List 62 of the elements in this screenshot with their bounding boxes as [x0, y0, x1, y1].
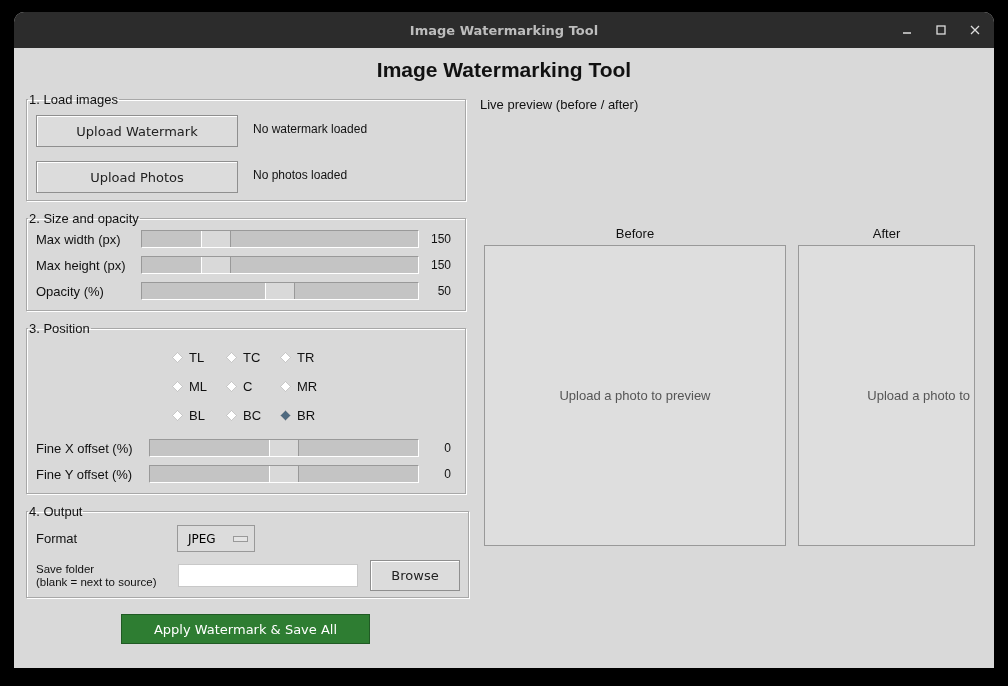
- status-label: No photos loaded: [253, 167, 348, 182]
- diamond-radio-icon[interactable]: [172, 352, 183, 363]
- slider-track[interactable]: [141, 230, 419, 248]
- slider-label: Opacity (%): [36, 283, 105, 299]
- diamond-radio-icon[interactable]: [226, 410, 237, 421]
- format-label: Format: [36, 531, 79, 546]
- group-title: 1. Load images: [28, 92, 119, 107]
- position-radio[interactable]: BL: [172, 406, 226, 425]
- folder-label: Save folder: [36, 562, 96, 576]
- browse-button[interactable]: Browse: [370, 560, 460, 591]
- slider-label: Max width (px): [36, 231, 122, 247]
- folder-hint: (blank = next to source): [36, 575, 158, 589]
- preview-title: Live preview (before / after): [480, 97, 640, 112]
- apply-button[interactable]: Apply Watermark & Save All: [121, 614, 370, 644]
- close-icon[interactable]: [970, 25, 980, 35]
- diamond-radio-icon[interactable]: [226, 352, 237, 363]
- diamond-radio-icon[interactable]: [280, 410, 291, 421]
- diamond-radio-icon[interactable]: [172, 381, 183, 392]
- slider-label: Max height (px): [36, 257, 127, 273]
- window-title: Image Watermarking Tool: [409, 22, 599, 38]
- slider-track[interactable]: [141, 282, 419, 300]
- status-label: No watermark loaded: [253, 121, 368, 136]
- group-title: 2. Size and opacity: [28, 211, 140, 226]
- slider-label: Fine Y offset (%): [36, 466, 134, 482]
- position-radio[interactable]: TL: [172, 348, 226, 367]
- position-radio[interactable]: ML: [172, 377, 226, 396]
- slider-track[interactable]: [149, 465, 419, 483]
- pane-label: Before: [615, 226, 655, 242]
- position-radio[interactable]: BC: [226, 406, 280, 425]
- preview-message: Upload a photo to preview: [559, 388, 711, 403]
- format-dropdown[interactable]: JPEG: [177, 525, 255, 552]
- group-title: 4. Output: [28, 504, 84, 519]
- slider-value: 150: [429, 258, 452, 272]
- slider-value: 0: [443, 467, 452, 481]
- slider-thumb[interactable]: [269, 440, 299, 456]
- app-heading: Image Watermarking Tool: [375, 57, 633, 83]
- slider-thumb[interactable]: [269, 466, 299, 482]
- group-title: 3. Position: [28, 321, 91, 336]
- diamond-radio-icon[interactable]: [226, 381, 237, 392]
- slider-thumb[interactable]: [201, 231, 232, 247]
- diamond-radio-icon[interactable]: [280, 381, 291, 392]
- slider-thumb[interactable]: [265, 283, 295, 299]
- slider-value: 50: [436, 284, 452, 298]
- slider-thumb[interactable]: [201, 257, 232, 273]
- position-radio[interactable]: MR: [280, 377, 334, 396]
- position-radio[interactable]: TR: [280, 348, 334, 367]
- diamond-radio-icon[interactable]: [172, 410, 183, 421]
- diamond-radio-icon[interactable]: [280, 352, 291, 363]
- slider-track[interactable]: [141, 256, 419, 274]
- slider-track[interactable]: [149, 439, 419, 457]
- preview-message: Upload a photo to: [867, 388, 971, 403]
- position-radio[interactable]: TC: [226, 348, 280, 367]
- upload-button[interactable]: Upload Watermark: [36, 115, 238, 147]
- pane-label: After: [872, 226, 901, 242]
- slider-label: Fine X offset (%): [36, 440, 134, 456]
- position-radio[interactable]: BR: [280, 406, 334, 425]
- slider-value: 0: [443, 441, 452, 455]
- position-radio[interactable]: C: [226, 377, 280, 396]
- maximize-icon[interactable]: [936, 25, 946, 35]
- folder-input-field[interactable]: [178, 564, 358, 587]
- upload-button[interactable]: Upload Photos: [36, 161, 238, 193]
- slider-value: 150: [429, 232, 452, 246]
